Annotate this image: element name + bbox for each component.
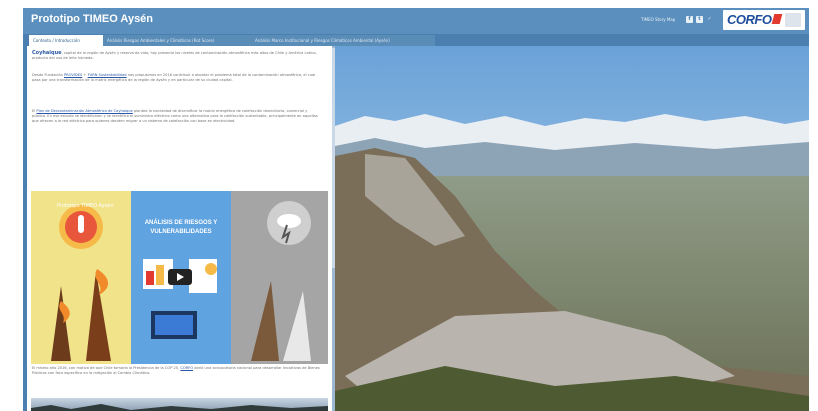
link-icon[interactable]: ✓ xyxy=(706,16,713,23)
tab-contexto[interactable]: Contexto / Introducción xyxy=(29,35,105,46)
mountain-shape xyxy=(31,404,328,411)
pie-chart-icon xyxy=(205,263,217,275)
story-map-link[interactable]: TIMEO Story Map xyxy=(641,17,675,22)
storm-illustration xyxy=(251,201,311,361)
tab-marco-institucional[interactable]: Análisis Marco Institucional y Riesgos C… xyxy=(251,35,435,46)
chart-bar xyxy=(146,271,154,285)
video-panel-heat xyxy=(31,191,131,364)
facebook-icon[interactable]: f xyxy=(686,16,693,23)
chart-bar xyxy=(156,265,164,285)
cloud-icon xyxy=(277,214,301,228)
narrative-panel[interactable]: Coyhaique, capital de la región de Aysén… xyxy=(27,46,332,411)
twitter-icon[interactable]: t xyxy=(696,16,703,23)
story-map-frame: Prototipo TIMEO Aysén TIMEO Story Map f … xyxy=(23,8,809,411)
furn-link[interactable]: FURN Sustentabilidad xyxy=(88,73,127,77)
video-title: Prototipo TIMEO Aysén xyxy=(57,203,114,209)
provides-link[interactable]: PROVIDES xyxy=(64,73,82,77)
play-button-icon[interactable] xyxy=(168,269,192,285)
plan-descontaminacion-link[interactable]: Plan de Descontaminación Atmosférica de … xyxy=(36,109,132,113)
corfo-mark-icon xyxy=(771,14,783,24)
intro-paragraph-4: El mismo año 2016, con motivo de que Chi… xyxy=(32,366,320,375)
monitor-screen xyxy=(155,315,193,335)
embedded-video[interactable]: ANÁLISIS DE RIESGOS Y VULNERABILIDADES P… xyxy=(31,191,328,364)
tab-bar: Contexto / Introducción Análisis Riesgos… xyxy=(23,34,809,46)
coyhaique-panorama-photo xyxy=(335,46,809,411)
video-panel-storm xyxy=(231,191,328,364)
broken-pole-icon xyxy=(283,291,311,361)
intro-paragraph-1: Coyhaique, capital de la región de Aysén… xyxy=(32,50,317,61)
intro-paragraph-2: Desde Fundación PROVIDES + FURN Sustenta… xyxy=(32,73,316,82)
thermometer-icon xyxy=(78,215,84,233)
broken-tree-icon xyxy=(251,281,279,361)
intro-paragraph-3: El Plan de Descontaminación Atmosférica … xyxy=(32,109,318,123)
landscape-photo xyxy=(31,398,328,411)
utility-pole-icon xyxy=(51,286,71,361)
panorama-illustration xyxy=(335,46,809,411)
tab-analisis-riesgos[interactable]: Análisis Riesgos Ambientales y Climático… xyxy=(103,35,251,46)
corfo-link[interactable]: CORFO xyxy=(180,366,193,370)
government-seal-icon xyxy=(785,13,801,27)
app-header: Prototipo TIMEO Aysén TIMEO Story Map f … xyxy=(23,8,809,34)
risk-panel-title: ANÁLISIS DE RIESGOS Y VULNERABILIDADES xyxy=(144,220,218,235)
corfo-logo: CORFO xyxy=(723,10,805,30)
corfo-logo-text: CORFO xyxy=(727,12,772,27)
app-title: Prototipo TIMEO Aysén xyxy=(31,13,154,25)
heat-illustration xyxy=(51,205,111,361)
mountain-silhouette xyxy=(31,404,328,411)
